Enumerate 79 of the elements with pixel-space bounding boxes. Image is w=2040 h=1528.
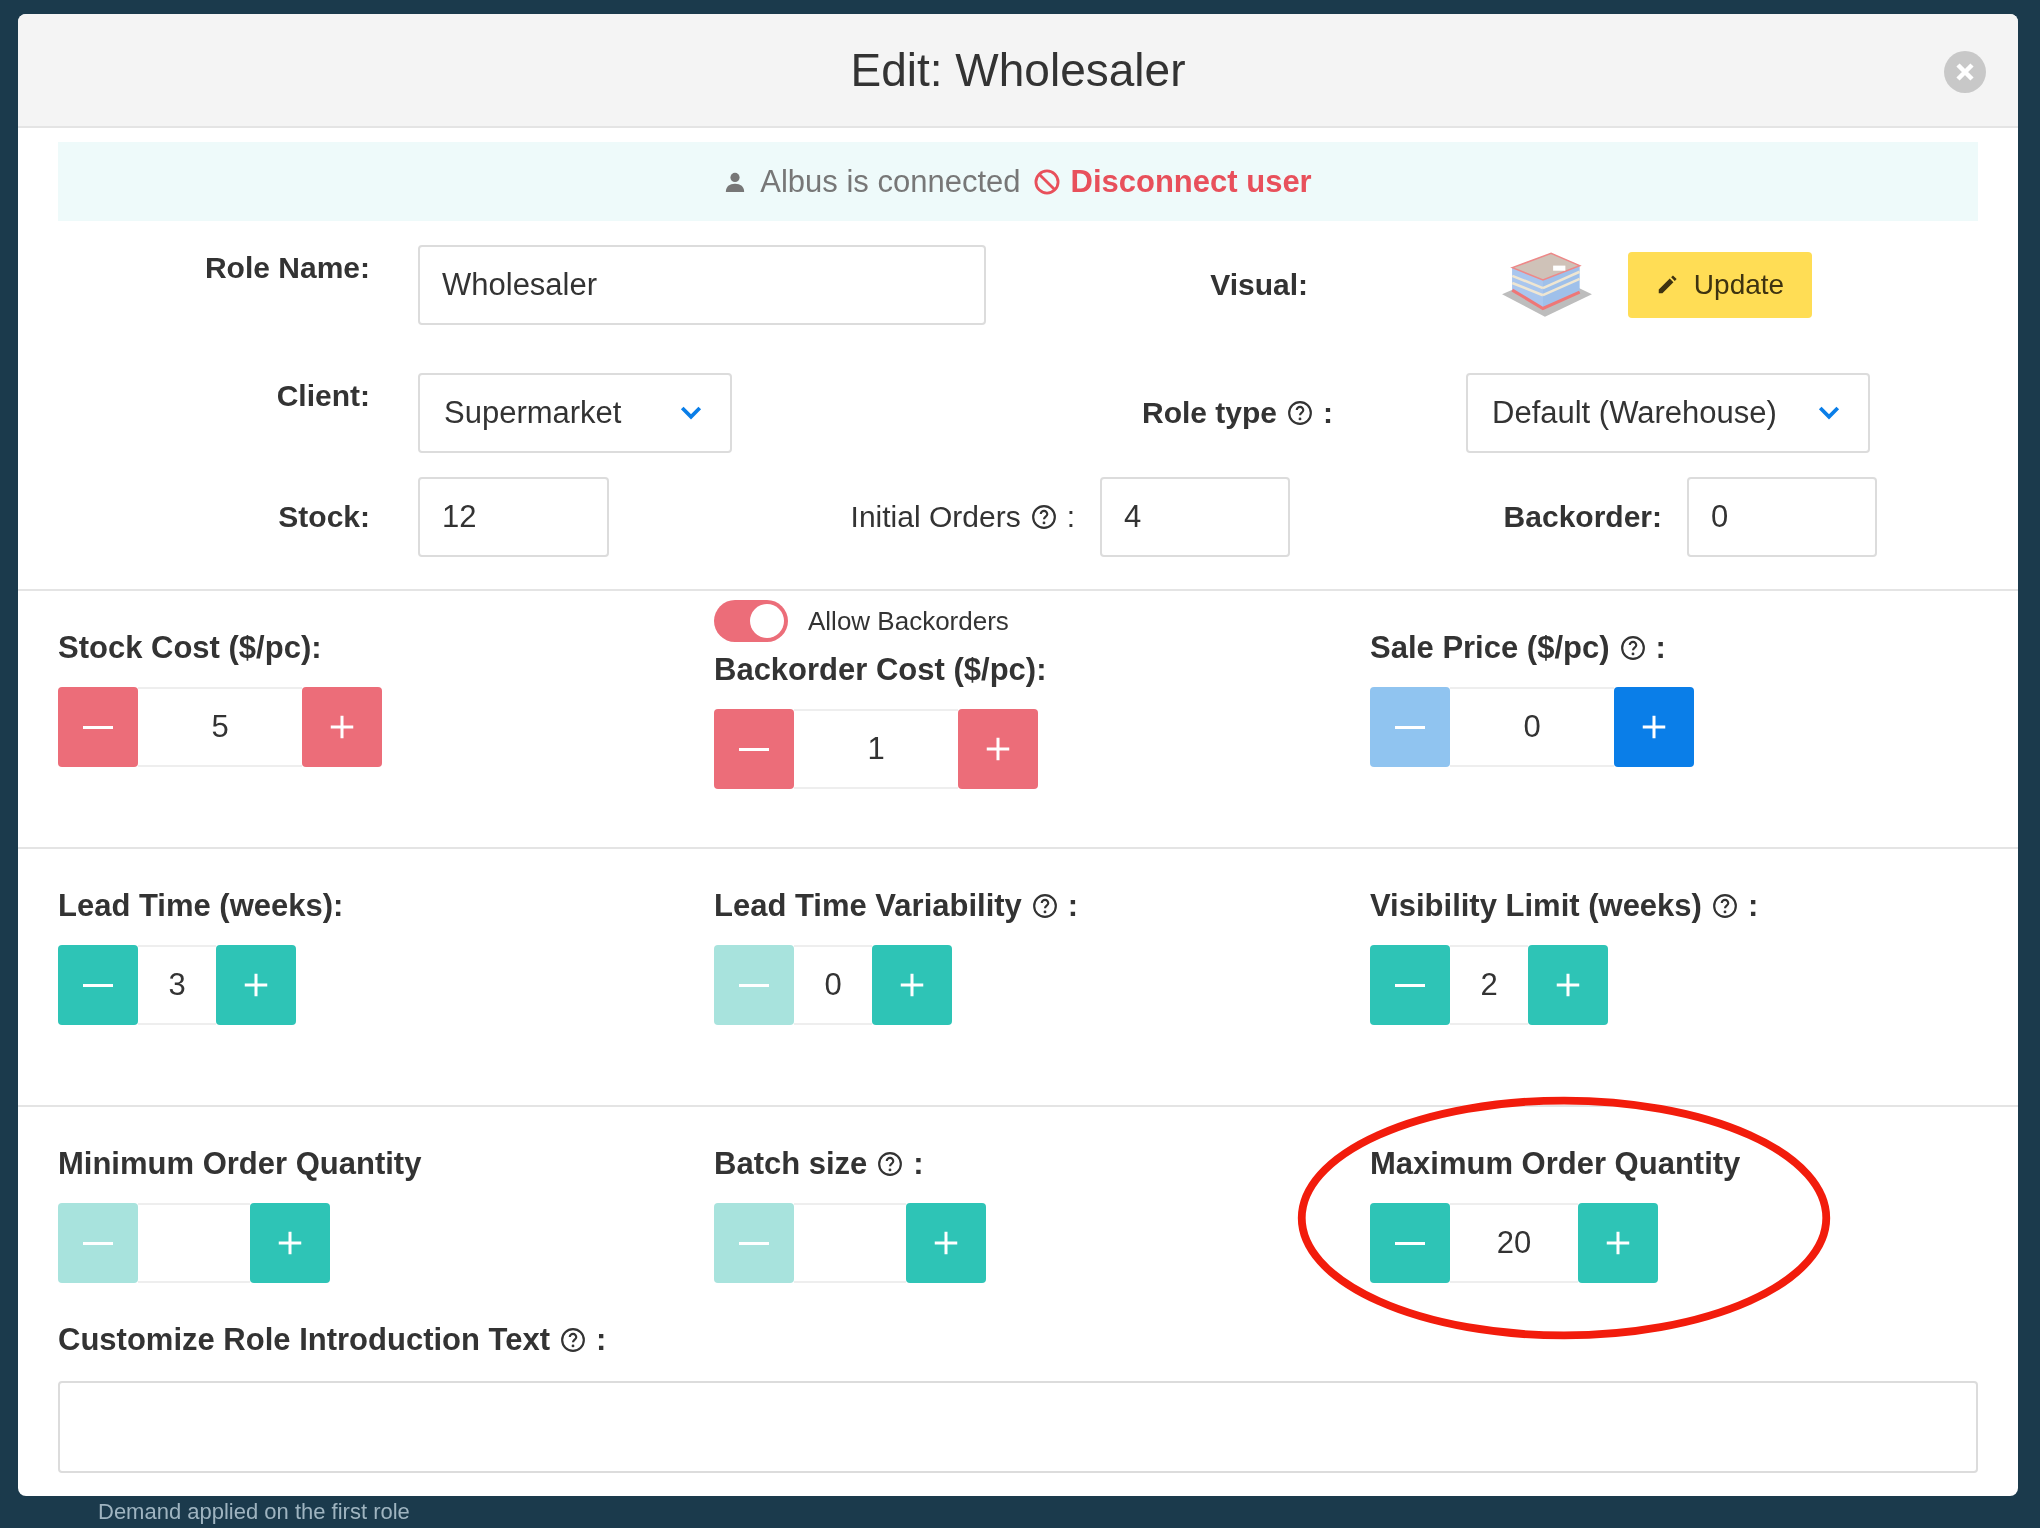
minus-icon (1395, 1241, 1425, 1245)
minus-icon (83, 1241, 113, 1245)
plus-button[interactable] (906, 1203, 986, 1283)
toggle-label: Allow Backorders (808, 605, 1009, 637)
help-icon[interactable] (1619, 635, 1646, 661)
minus-button[interactable] (714, 709, 794, 789)
label-colon: : (913, 1146, 924, 1182)
plus-button[interactable] (1614, 687, 1694, 767)
plus-button[interactable] (1528, 945, 1608, 1025)
update-button[interactable]: Update (1628, 252, 1812, 318)
minus-button[interactable] (58, 687, 138, 767)
label-colon: : (1323, 396, 1333, 430)
field-label: Visual: (1210, 268, 1308, 302)
plus-button[interactable] (872, 945, 952, 1025)
plus-button[interactable] (250, 1203, 330, 1283)
text-field[interactable]: 0 (1687, 477, 1877, 557)
plus-button[interactable] (958, 709, 1038, 789)
minus-icon (739, 1241, 769, 1245)
label-colon: : (596, 1322, 607, 1358)
number-field[interactable]: 1 (794, 709, 958, 789)
field-label: Lead Time Variability (714, 888, 1022, 924)
minus-icon (83, 983, 113, 987)
text-area[interactable] (58, 1381, 1978, 1473)
minus-button[interactable] (58, 945, 138, 1025)
number-field[interactable]: 0 (794, 945, 872, 1025)
minus-button[interactable] (1370, 1203, 1450, 1283)
help-icon[interactable] (877, 1151, 904, 1177)
number-field[interactable] (138, 1203, 250, 1283)
field-label: Lead Time (weeks): (58, 888, 344, 924)
label-colon: : (1066, 500, 1075, 534)
minus-icon (1395, 725, 1425, 729)
background-text: Demand applied on the first role (98, 1499, 410, 1525)
toggle-switch[interactable] (714, 600, 788, 642)
close-icon (1944, 51, 1986, 93)
field-label: Customize Role Introduction Text (58, 1322, 550, 1358)
prohibited-icon (1032, 167, 1061, 196)
minus-icon (739, 983, 769, 987)
field-label: Client: (276, 379, 370, 413)
close-button[interactable] (1944, 51, 1986, 93)
field-label: Batch size (714, 1146, 868, 1182)
field-label: Backorder Cost ($/pc): (714, 652, 1047, 688)
field-label: Minimum Order Quantity (58, 1146, 422, 1182)
field-label: Stock Cost ($/pc): (58, 630, 322, 666)
dropdown[interactable]: Supermarket (418, 373, 732, 453)
number-field[interactable] (794, 1203, 906, 1283)
plus-button[interactable] (302, 687, 382, 767)
number-field[interactable]: 2 (1450, 945, 1528, 1025)
minus-icon (83, 725, 113, 729)
label-colon: : (1067, 888, 1079, 924)
number-field[interactable]: 3 (138, 945, 216, 1025)
minus-button[interactable] (1370, 945, 1450, 1025)
help-icon[interactable] (1031, 893, 1058, 919)
field-label: Backorder: (1503, 500, 1662, 534)
text-field[interactable]: Wholesaler (418, 245, 986, 325)
field-label: Stock: (278, 500, 370, 534)
help-icon[interactable] (1711, 893, 1738, 919)
minus-icon (1395, 983, 1425, 987)
field-label: Initial Orders (850, 500, 1021, 534)
number-field[interactable]: 0 (1450, 687, 1614, 767)
help-icon[interactable] (1030, 504, 1057, 530)
field-label: Sale Price ($/pc) (1370, 630, 1610, 666)
connection-status: Albus is connected (760, 163, 1021, 200)
help-icon[interactable] (1287, 400, 1313, 426)
text-field[interactable]: 12 (418, 477, 609, 557)
field-label: Role Name: (204, 251, 370, 285)
field-label: Maximum Order Quantity (1370, 1146, 1741, 1182)
minus-icon (739, 747, 769, 751)
number-field[interactable]: 20 (1450, 1203, 1578, 1283)
field-label: Visibility Limit (weeks) (1370, 888, 1702, 924)
plus-button[interactable] (1578, 1203, 1658, 1283)
help-icon[interactable] (560, 1327, 586, 1353)
plus-button[interactable] (216, 945, 296, 1025)
text-field[interactable]: 4 (1100, 477, 1290, 557)
dropdown[interactable]: Default (Warehouse) (1466, 373, 1870, 453)
modal-title: Edit: Wholesaler (850, 43, 1186, 97)
field-label: Role type (1141, 396, 1277, 430)
label-colon: : (1747, 888, 1759, 924)
number-field[interactable]: 5 (138, 687, 302, 767)
label-colon: : (1655, 630, 1666, 666)
